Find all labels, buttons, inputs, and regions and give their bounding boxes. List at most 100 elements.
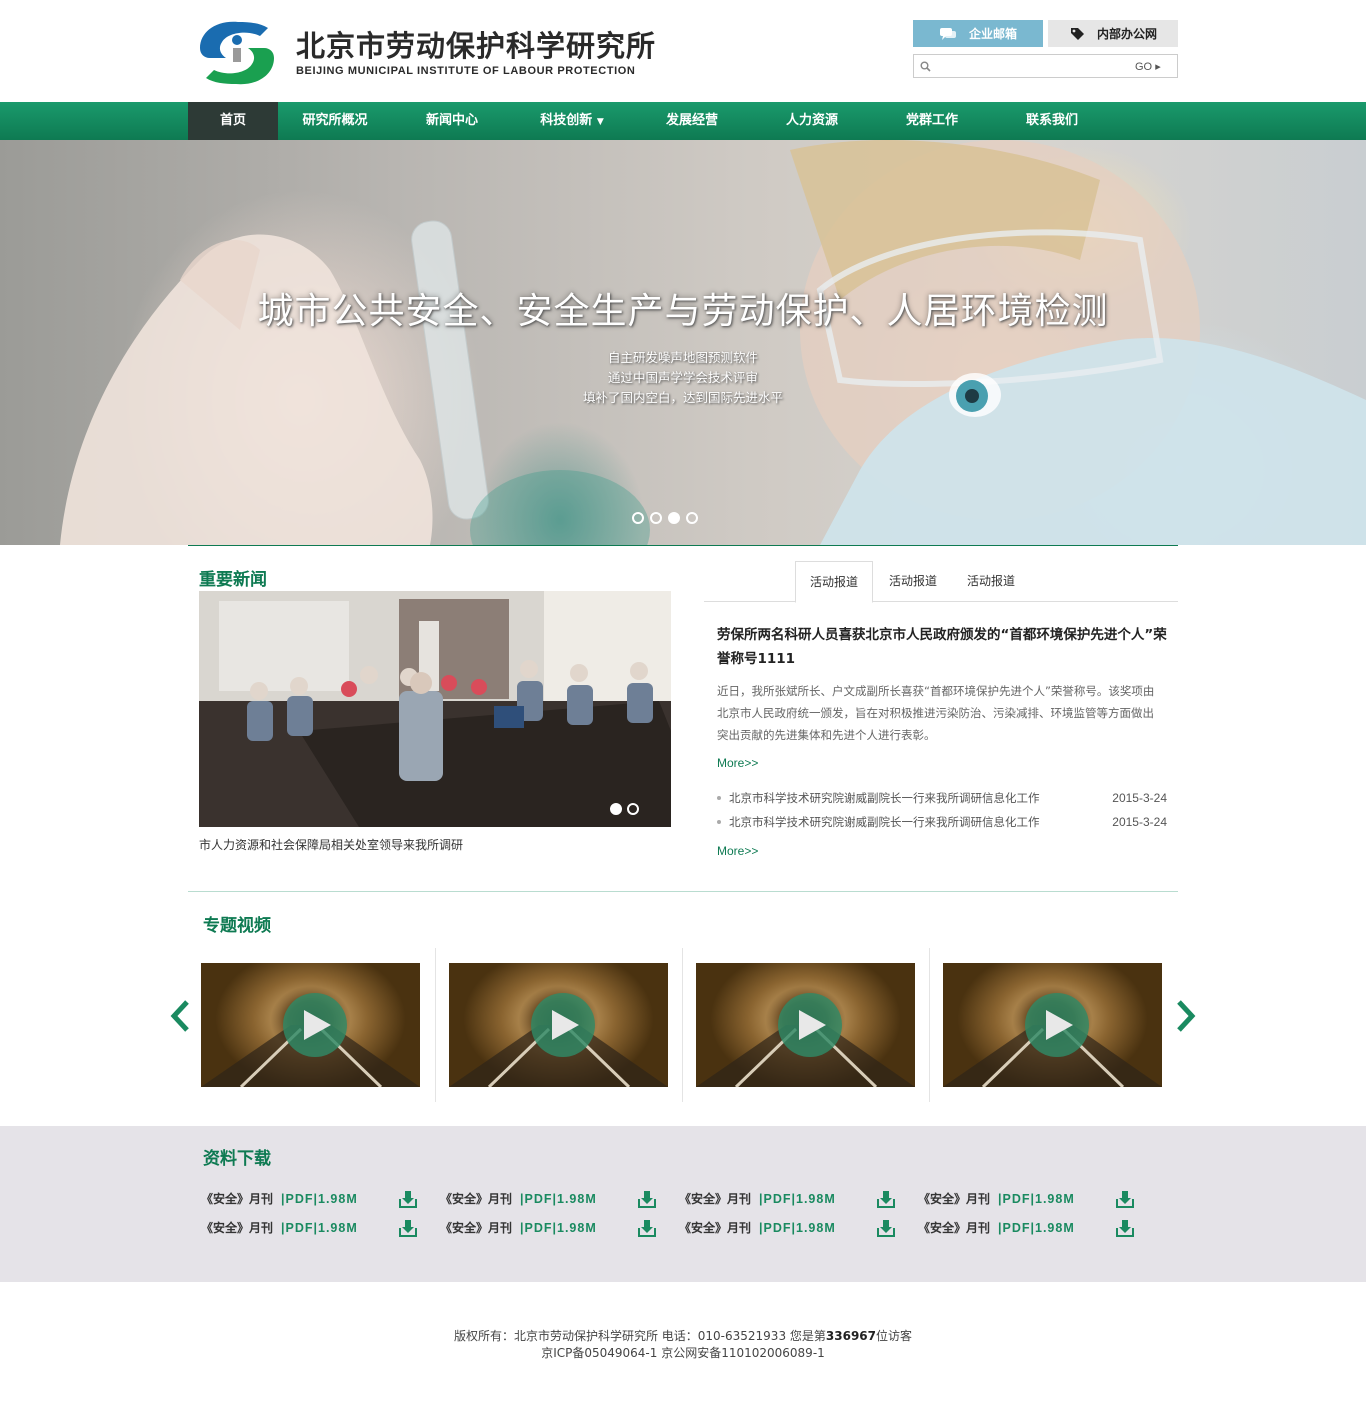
video-card [435,948,682,1102]
nav-item-innovation[interactable]: 科技创新 ▼ [512,102,632,140]
site-header: 北京市劳动保护科学研究所 BEIJING MUNICIPAL INSTITUTE… [0,0,1366,102]
download-meta: |PDF|1.98M [759,1220,836,1235]
tag-icon [1070,27,1084,40]
nav-item-label: 人力资源 [785,113,838,128]
nav-item-business[interactable]: 发展经营 [632,102,752,140]
nav-item-label: 研究所概况 [302,113,368,128]
download-icon[interactable] [877,1219,895,1237]
news-item-title: 北京市科学技术研究院谢威副院长一行来我所调研信息化工作 [729,791,1040,805]
logo-english-name: BEIJING MUNICIPAL INSTITUTE OF LABOUR PR… [296,65,636,77]
download-icon[interactable] [399,1219,417,1237]
download-name: 《安全》月刊 [440,1192,513,1206]
video-thumbnail[interactable] [696,963,915,1087]
news-tabs: 活动报道 活动报道 活动报道 [704,561,1178,603]
download-icon[interactable] [1116,1190,1134,1208]
news-item-date: 2015-3-24 [1112,815,1167,829]
download-icon[interactable] [877,1190,895,1208]
site-footer: 版权所有：北京市劳动保护科学研究所 电话：010-63521933 您是第336… [0,1282,1366,1362]
banner-line: 填补了国内空白，达到国际先进水平 [582,390,783,405]
download-icon[interactable] [638,1219,656,1237]
photo-pagination [610,803,639,815]
download-meta: |PDF|1.98M [998,1191,1075,1206]
download-name: 《安全》月刊 [440,1221,513,1235]
search-input[interactable] [936,56,1135,76]
footer-visitor-suffix: 位访客 [876,1329,913,1343]
photo-dot[interactable] [627,803,639,815]
download-name: 《安全》月刊 [679,1221,752,1235]
internal-office-button[interactable]: 内部办公网 [1048,20,1178,47]
nav-item-label: 党群工作 [905,113,958,128]
site-logo[interactable]: 北京市劳动保护科学研究所 BEIJING MUNICIPAL INSTITUTE… [198,18,656,88]
news-list-item[interactable]: 北京市科学技术研究院谢威副院长一行来我所调研信息化工作 2015-3-24 [717,810,1167,834]
news-more-link[interactable]: More>> [717,756,758,770]
enterprise-mail-button[interactable]: 企业邮箱 [913,20,1043,47]
video-section-title: 专题视频 [203,916,271,936]
download-meta: |PDF|1.98M [759,1191,836,1206]
video-card [682,948,929,1102]
download-icon[interactable] [399,1190,417,1208]
chat-bubble-icon [939,27,956,40]
search-box: GO ▸ [913,54,1178,78]
banner-dot-active[interactable] [668,512,680,524]
download-item[interactable]: 《安全》月刊 |PDF|1.98M [679,1190,918,1208]
nav-item-about[interactable]: 研究所概况 [278,102,392,140]
downloads-list: 《安全》月刊 |PDF|1.98M 《安全》月刊 |PDF|1.98M 《安全》月刊… [201,1184,1157,1242]
news-item-date: 2015-3-24 [1112,791,1167,805]
download-name: 《安全》月刊 [679,1192,752,1206]
footer-icp: 京ICP备05049064-1 京公网安备110102006089-1 [541,1346,825,1360]
nav-item-hr[interactable]: 人力资源 [752,102,872,140]
tab-label: 活动报道 [889,574,938,588]
download-meta: |PDF|1.98M [998,1220,1075,1235]
banner-dot[interactable] [650,512,662,524]
download-item[interactable]: 《安全》月刊 |PDF|1.98M [440,1190,679,1208]
banner-dot[interactable] [686,512,698,524]
banner-line: 自主研发噪声地图预测软件 [607,350,758,365]
download-name: 《安全》月刊 [918,1192,991,1206]
caret-down-icon: ▼ [596,117,604,127]
download-meta: |PDF|1.98M [520,1220,597,1235]
video-thumbnail[interactable] [201,963,420,1087]
video-thumbnail[interactable] [449,963,668,1087]
nav-item-contact[interactable]: 联系我们 [992,102,1112,140]
nav-item-label: 发展经营 [665,113,718,128]
tab-activity-report[interactable]: 活动报道 [953,561,1029,602]
logo-emblem-icon [200,21,274,85]
nav-item-news[interactable]: 新闻中心 [392,102,512,140]
video-thumbnail[interactable] [943,963,1162,1087]
banner-dot[interactable] [632,512,644,524]
banner-pagination [632,512,698,524]
nav-item-home[interactable]: 首页 [188,102,278,140]
download-item[interactable]: 《安全》月刊 |PDF|1.98M [201,1190,440,1208]
news-headline[interactable]: 劳保所两名科研人员喜获北京市人民政府颁发的“首都环境保护先进个人”荣誉称号111… [717,623,1167,671]
news-list-item[interactable]: 北京市科学技术研究院谢威副院长一行来我所调研信息化工作 2015-3-24 [717,786,1167,810]
enterprise-mail-label: 企业邮箱 [968,27,1017,41]
tunnel-image [449,993,668,1087]
download-item[interactable]: 《安全》月刊 |PDF|1.98M [918,1219,1157,1237]
footer-copyright-text: 版权所有：北京市劳动保护科学研究所 电话：010-63521933 您是第 [453,1329,826,1343]
download-item[interactable]: 《安全》月刊 |PDF|1.98M [201,1219,440,1237]
logo-chinese-name: 北京市劳动保护科学研究所 [296,29,657,63]
download-meta: |PDF|1.98M [520,1191,597,1206]
tab-activity-report[interactable]: 活动报道 [875,561,951,602]
news-list-more-link[interactable]: More>> [717,844,758,858]
news-summary: 近日，我所张斌所长、户文成副所长喜获“首都环境保护先进个人”荣誉称号。该奖项由北… [717,684,1155,742]
tab-activity-report[interactable]: 活动报道 [795,561,874,603]
hero-banner[interactable]: 城市公共安全、安全生产与劳动保护、人居环境检测 自主研发噪声地图预测软件 通过中… [0,140,1366,545]
search-go-label: GO [1135,60,1153,73]
search-go-button[interactable]: GO ▸ [1135,60,1177,73]
nav-item-party[interactable]: 党群工作 [872,102,992,140]
download-meta: |PDF|1.98M [281,1191,358,1206]
photo-dot-active[interactable] [610,803,622,815]
download-item[interactable]: 《安全》月刊 |PDF|1.98M [679,1219,918,1237]
news-photo-slider[interactable] [199,591,671,827]
photo-caption[interactable]: 市人力资源和社会保障局相关处室领导来我所调研 [199,836,463,853]
arrow-right-icon[interactable] [1175,999,1197,1033]
bullet-icon [717,820,721,824]
download-icon[interactable] [1116,1219,1134,1237]
download-icon[interactable] [638,1190,656,1208]
nav-item-label: 新闻中心 [425,113,478,128]
nav-item-label: 首页 [219,113,246,128]
download-item[interactable]: 《安全》月刊 |PDF|1.98M [918,1190,1157,1208]
download-item[interactable]: 《安全》月刊 |PDF|1.98M [440,1219,679,1237]
header-tools: 企业邮箱 内部办公网 GO ▸ [913,20,1178,78]
